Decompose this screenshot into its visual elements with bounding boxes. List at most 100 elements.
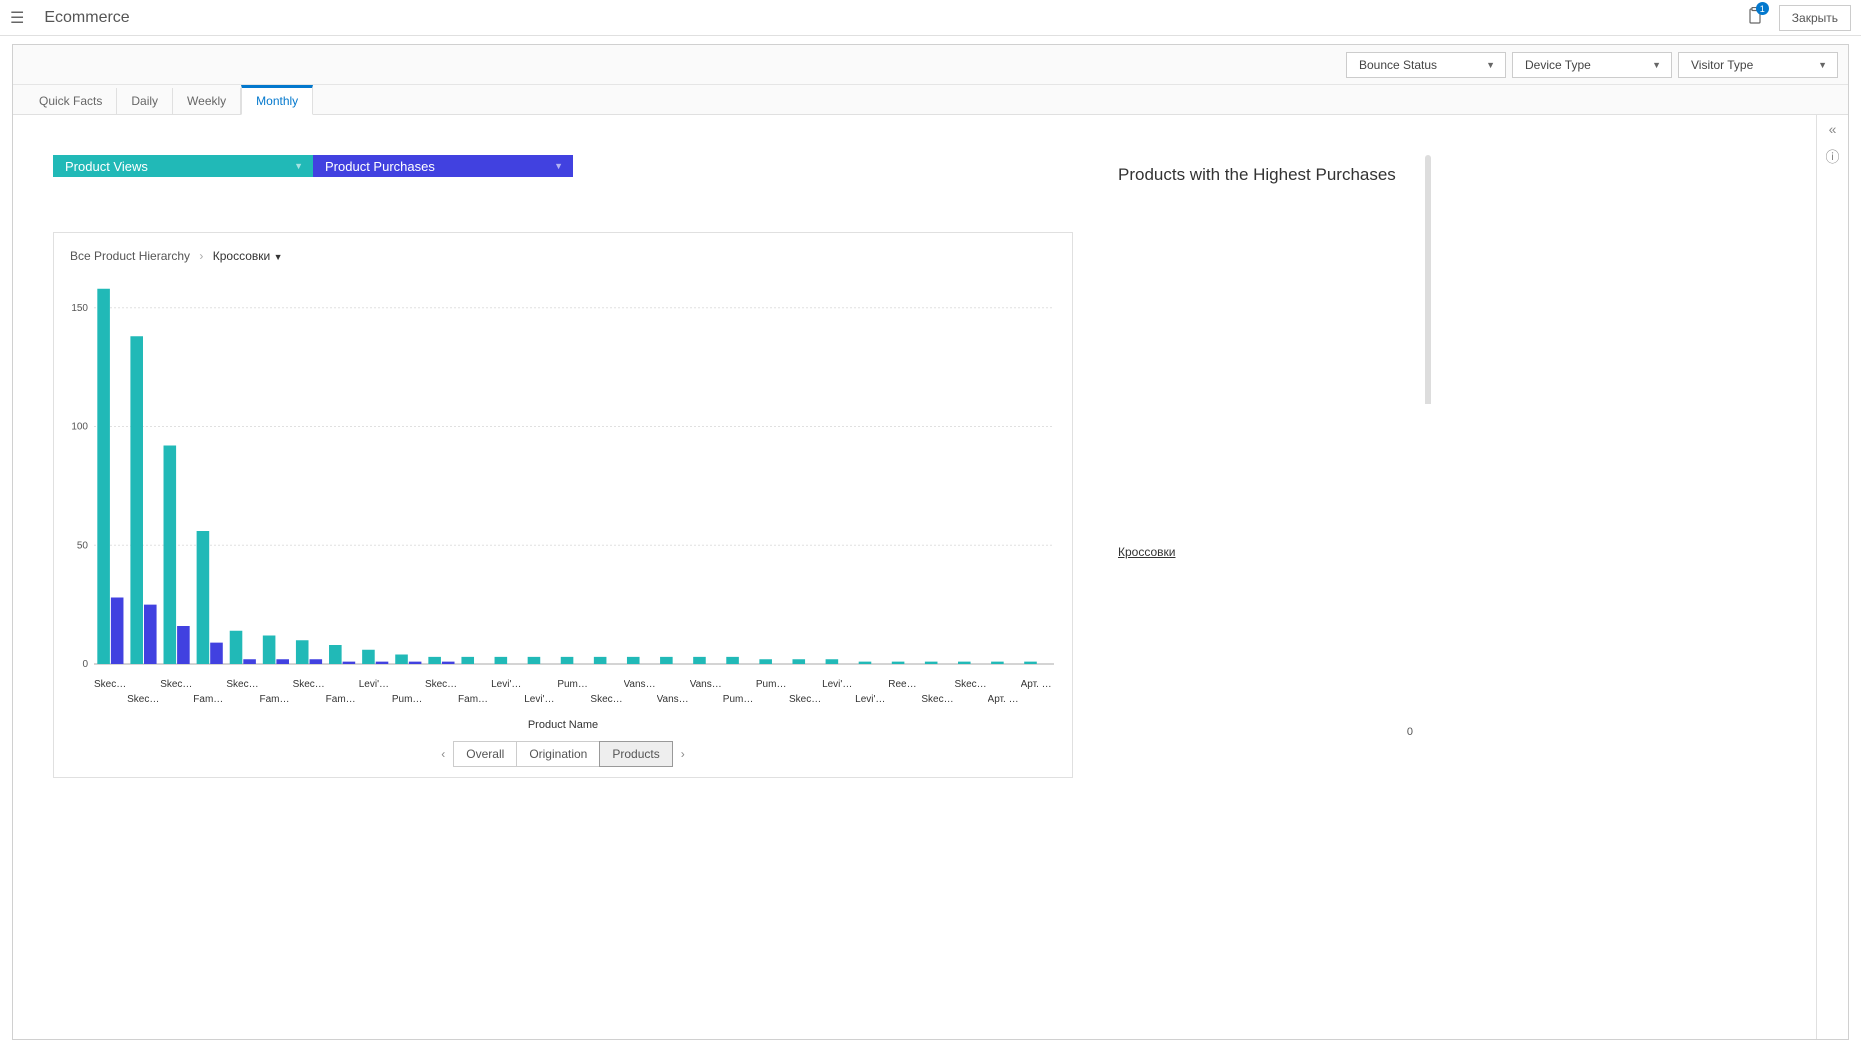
x-tick-label: Levi's SSLMB: [491, 679, 524, 690]
right-rail: « ⓘ: [1816, 115, 1848, 1039]
page-title: Ecommerce: [44, 9, 1745, 27]
x-tick-label: [723, 679, 756, 690]
tab-quick-facts[interactable]: Quick Facts: [25, 88, 117, 114]
x-tick-label: Puma SSP...: [557, 679, 590, 690]
caret-down-icon: ▼: [1486, 60, 1495, 70]
x-tick-label: [127, 679, 160, 690]
clipboard-badge: 1: [1756, 2, 1769, 15]
x-tick-label: [458, 679, 491, 690]
side-scrollbar[interactable]: [1425, 155, 1431, 778]
x-tick-label: Skechers...: [226, 679, 259, 690]
x-tick-label: [524, 679, 557, 690]
x-tick-label: Skechers...: [789, 694, 822, 705]
x-tick-label: Puma SSP...: [756, 679, 789, 690]
x-tick-label: [160, 694, 193, 705]
chart-container: Все Product Hierarchy › Кроссовки ▼ 0 50 1…: [53, 232, 1073, 778]
x-tick-label: [590, 679, 623, 690]
x-tick-label: [822, 694, 855, 705]
collapse-rail-icon[interactable]: «: [1829, 121, 1837, 137]
x-tick-label: [359, 694, 392, 705]
subtab-products[interactable]: Products: [599, 741, 672, 767]
legend-product-purchases[interactable]: Product Purchases ▼: [313, 155, 573, 177]
x-tick-label: Levi's SS...: [524, 694, 557, 705]
x-tick-label: Skechers...: [954, 679, 987, 690]
filter-label: Device Type: [1525, 58, 1591, 72]
close-button[interactable]: Закрыть: [1779, 5, 1851, 31]
breadcrumb-current[interactable]: Кроссовки ▼: [213, 249, 283, 263]
caret-down-icon: ▼: [1652, 60, 1661, 70]
caret-down-icon: ▼: [294, 161, 303, 171]
x-tick-label: [259, 679, 292, 690]
x-tick-label: Famous Br...: [193, 694, 226, 705]
x-tick-label: [789, 679, 822, 690]
x-tick-label: Vans SSVUW: [657, 694, 690, 705]
side-panel: Products with the Highest Purchases Крос…: [1103, 155, 1433, 778]
subtab-origination[interactable]: Origination: [517, 742, 600, 766]
x-tick-label: [756, 694, 789, 705]
next-arrow-icon[interactable]: ›: [681, 747, 685, 761]
menu-icon[interactable]: ☰: [10, 8, 24, 28]
side-panel-title: Products with the Highest Purchases: [1118, 165, 1423, 185]
subtab-overall[interactable]: Overall: [454, 742, 517, 766]
filter-label: Visitor Type: [1691, 58, 1753, 72]
tab-monthly[interactable]: Monthly: [241, 85, 313, 115]
x-axis-labels-bottom: Skechers...Famous Br...Famous Br...Famou…: [64, 690, 1062, 705]
x-tick-label: Puma SS...: [392, 694, 425, 705]
x-tick-label: Levi's SS...: [359, 679, 392, 690]
x-tick-label: [557, 694, 590, 705]
svg-text:0: 0: [82, 659, 88, 670]
side-link[interactable]: Кроссовки: [1118, 545, 1175, 559]
x-tick-label: Skechers...: [590, 694, 623, 705]
content-row: Product Views ▼ Product Purchases ▼ Все …: [13, 115, 1848, 1039]
svg-text:150: 150: [71, 303, 88, 314]
prev-arrow-icon[interactable]: ‹: [441, 747, 445, 761]
x-tick-label: Арт. F 560...: [988, 694, 1021, 705]
x-axis-labels-top: Skeche...Skechers...Skechers...Skechers.…: [64, 679, 1062, 690]
x-tick-label: [657, 679, 690, 690]
top-bar: ☰ Ecommerce 1 Закрыть: [0, 0, 1861, 36]
x-tick-label: [690, 694, 723, 705]
filter-device-type[interactable]: Device Type ▼: [1512, 52, 1672, 78]
caret-down-icon: ▼: [554, 161, 563, 171]
svg-text:50: 50: [77, 540, 89, 551]
bar-chart: 0 50 100 150: [64, 279, 1064, 679]
chevron-right-icon: ›: [199, 249, 203, 263]
filter-bounce-status[interactable]: Bounce Status ▼: [1346, 52, 1506, 78]
clipboard-icon[interactable]: 1: [1746, 7, 1764, 28]
x-tick-label: [855, 679, 888, 690]
x-tick-label: [293, 694, 326, 705]
x-tick-label: [425, 694, 458, 705]
info-icon[interactable]: ⓘ: [1826, 147, 1840, 167]
legend-product-views[interactable]: Product Views ▼: [53, 155, 313, 177]
filter-visitor-type[interactable]: Visitor Type ▼: [1678, 52, 1838, 78]
x-tick-label: Skechers...: [127, 694, 160, 705]
legend: Product Views ▼ Product Purchases ▼: [53, 155, 1073, 177]
x-tick-label: Reebok S...: [888, 679, 921, 690]
x-tick-label: [226, 694, 259, 705]
breadcrumb: Все Product Hierarchy › Кроссовки ▼: [64, 243, 1062, 279]
caret-down-icon: ▼: [1818, 60, 1827, 70]
svg-text:100: 100: [71, 422, 88, 433]
x-tick-label: Арт. LE...: [1021, 679, 1054, 690]
legend-label: Product Views: [65, 159, 148, 174]
x-tick-label: Puma SSP...: [723, 694, 756, 705]
x-tick-label: Vans SSV...: [624, 679, 657, 690]
subtab-row: ‹ Overall Origination Products ›: [64, 741, 1062, 767]
x-tick-label: [921, 679, 954, 690]
caret-down-icon: ▼: [274, 252, 283, 262]
x-tick-label: [888, 694, 921, 705]
main-area: Product Views ▼ Product Purchases ▼ Все …: [13, 115, 1816, 1039]
breadcrumb-root[interactable]: Все Product Hierarchy: [70, 249, 190, 263]
tab-row: Quick Facts Daily Weekly Monthly: [13, 85, 1848, 115]
filter-label: Bounce Status: [1359, 58, 1437, 72]
x-tick-label: Skechers...: [293, 679, 326, 690]
x-tick-label: [193, 679, 226, 690]
x-tick-label: Skechers...: [425, 679, 458, 690]
main-frame: Bounce Status ▼ Device Type ▼ Visitor Ty…: [12, 44, 1849, 1040]
tab-daily[interactable]: Daily: [117, 88, 173, 114]
tab-weekly[interactable]: Weekly: [173, 88, 241, 114]
x-tick-label: Famous Br...: [259, 694, 292, 705]
x-tick-label: [392, 679, 425, 690]
x-tick-label: [954, 694, 987, 705]
subtab-group: Overall Origination Products: [453, 741, 672, 767]
